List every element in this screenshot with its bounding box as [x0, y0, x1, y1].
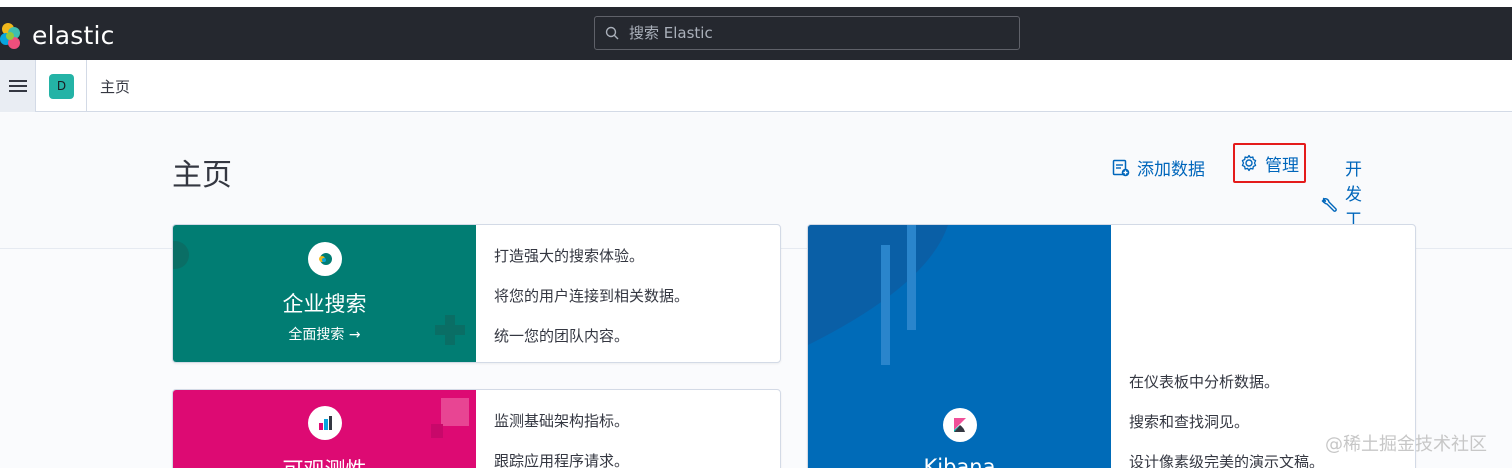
feature-item: 将您的用户连接到相关数据。 — [494, 287, 690, 305]
header-actions: 添加数据 管理 开发工具 — [1112, 143, 1362, 255]
manage-label: 管理 — [1265, 155, 1299, 176]
manage-link[interactable]: 管理 — [1233, 143, 1306, 183]
kibana-features: 在仪表板中分析数据。 搜索和查找洞见。 设计像素级完美的演示文稿。 — [1111, 371, 1324, 468]
space-selector[interactable]: D — [37, 60, 87, 112]
kibana-title: Kibana — [923, 455, 996, 468]
menu-toggle-button[interactable] — [0, 60, 36, 112]
observability-icon — [308, 406, 342, 440]
observability-card[interactable]: 可观测性 监测基础架构指标。 跟踪应用程序请求。 — [172, 389, 781, 468]
enterprise-search-icon — [308, 242, 342, 276]
enterprise-search-panel: 企业搜索 全面搜索 → — [173, 225, 476, 362]
feature-item: 打造强大的搜索体验。 — [494, 247, 645, 265]
global-search[interactable] — [594, 16, 1020, 50]
breadcrumb: 主页 — [100, 78, 131, 96]
gear-icon — [1240, 154, 1258, 172]
add-data-label: 添加数据 — [1137, 160, 1205, 180]
feature-item: 统一您的团队内容。 — [494, 327, 630, 345]
feature-item: 跟踪应用程序请求。 — [494, 452, 630, 468]
add-data-icon — [1112, 159, 1130, 177]
brand-name: elastic — [32, 21, 115, 50]
enterprise-search-link[interactable]: 全面搜索 → — [173, 324, 476, 344]
kibana-icon — [943, 408, 977, 442]
enterprise-search-title: 企业搜索 — [282, 292, 367, 316]
feature-item: 设计像素级完美的演示文稿。 — [1129, 453, 1325, 468]
elastic-logo[interactable]: elastic — [0, 21, 115, 50]
observability-features: 监测基础架构指标。 跟踪应用程序请求。 — [476, 410, 629, 468]
hamburger-icon — [8, 80, 27, 92]
observability-panel: 可观测性 — [173, 390, 476, 468]
feature-item: 搜索和查找洞见。 — [1129, 413, 1250, 431]
feature-item: 在仪表板中分析数据。 — [1129, 373, 1280, 391]
feature-item: 监测基础架构指标。 — [494, 412, 630, 430]
page-title: 主页 — [172, 158, 232, 193]
observability-title: 可观测性 — [173, 454, 476, 468]
kibana-panel: Kibana — [808, 225, 1111, 468]
breadcrumb-bar: D 主页 — [0, 60, 1512, 112]
top-header-bar: elastic — [0, 0, 1512, 60]
space-avatar: D — [49, 73, 74, 99]
watermark-text: @稀土掘金技术社区 — [1325, 434, 1487, 455]
enterprise-search-features: 打造强大的搜索体验。 将您的用户连接到相关数据。 统一您的团队内容。 — [476, 245, 689, 346]
elastic-logo-icon — [0, 22, 20, 49]
add-data-link[interactable]: 添加数据 — [1112, 155, 1205, 180]
wrench-icon — [1320, 196, 1338, 214]
enterprise-search-card[interactable]: 企业搜索 全面搜索 → 打造强大的搜索体验。 将您的用户连接到相关数据。 统一您… — [172, 224, 781, 363]
search-icon — [605, 26, 619, 40]
search-input[interactable] — [629, 24, 989, 42]
